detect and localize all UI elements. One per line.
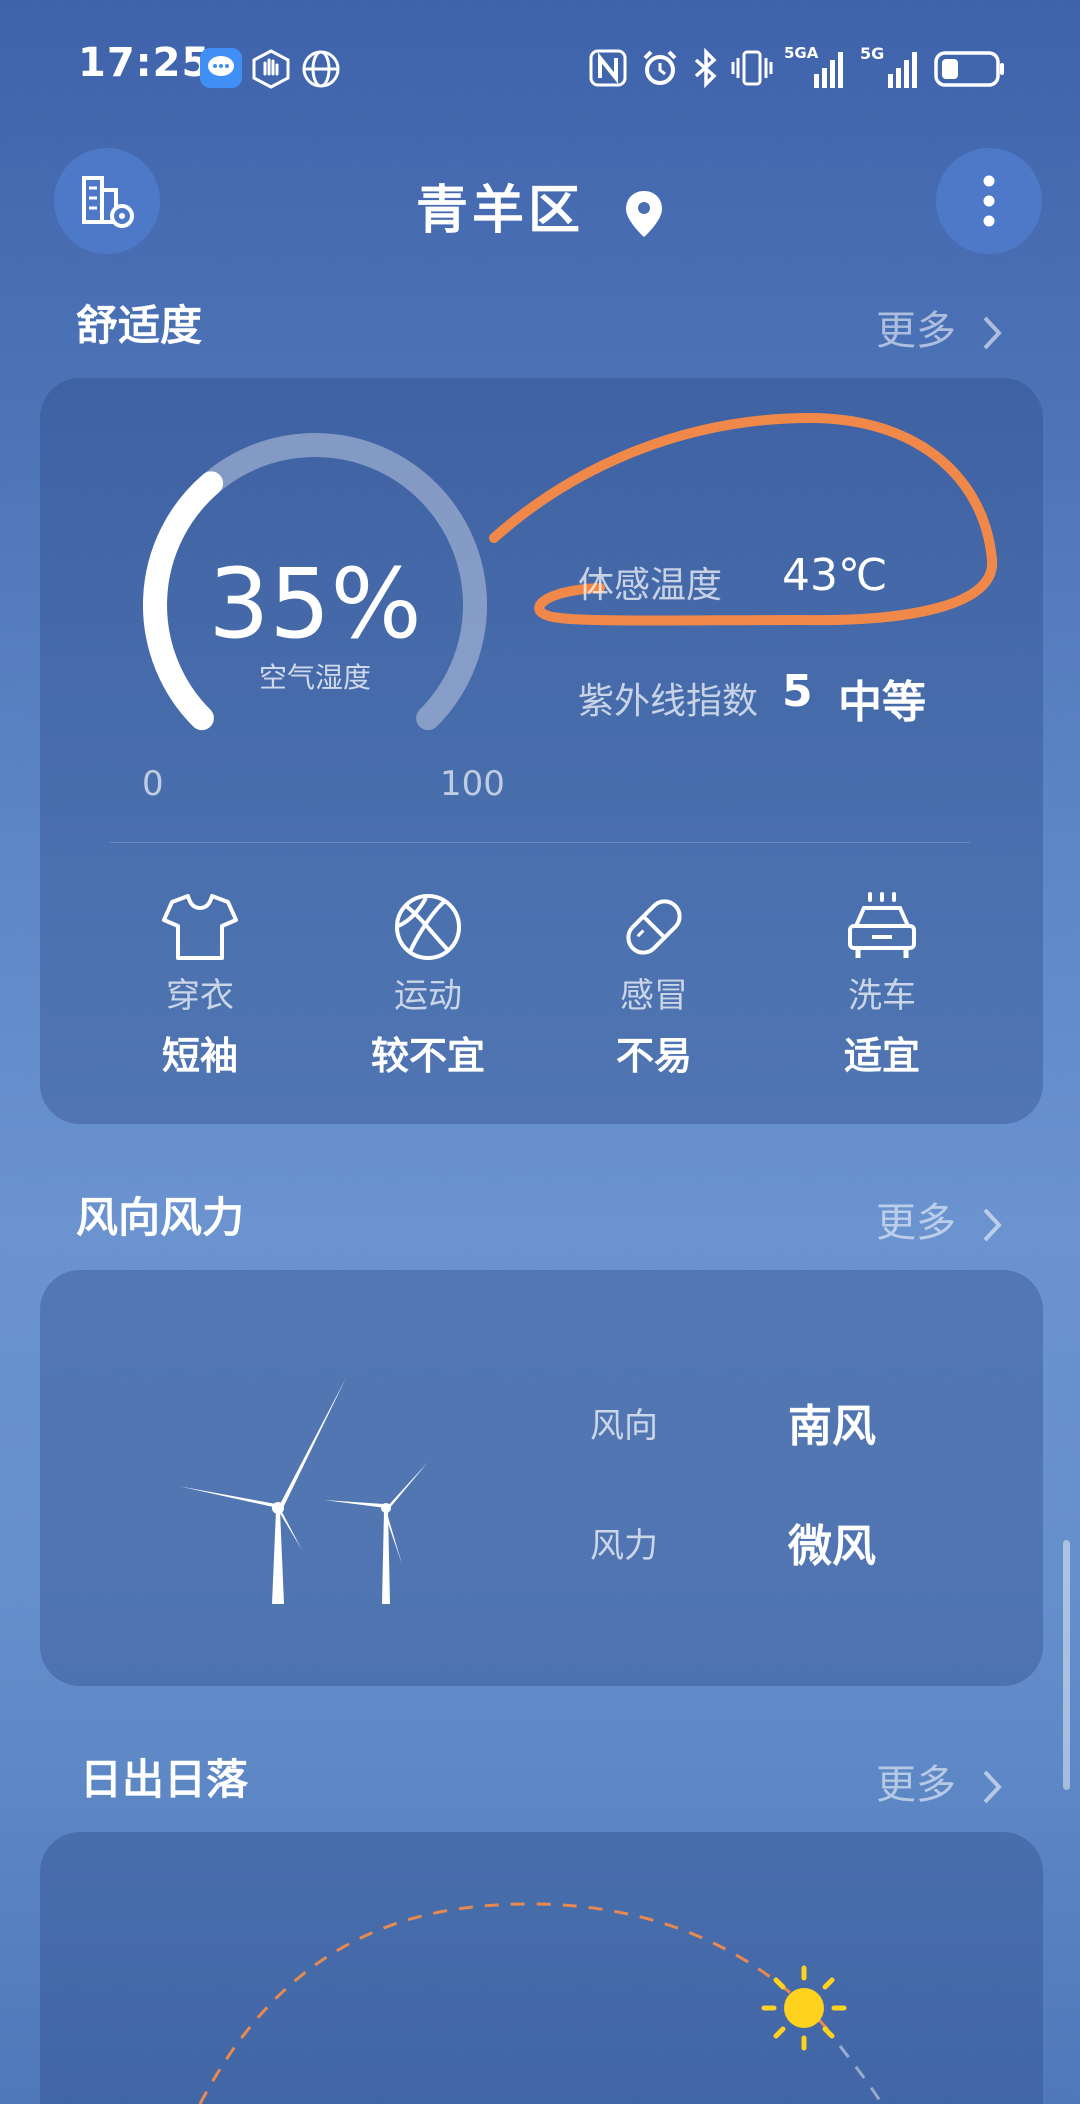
location-name: 青羊区 xyxy=(415,181,584,241)
wind-more-link[interactable]: 更多 xyxy=(876,1190,1003,1248)
globe-icon xyxy=(300,48,342,94)
index-item-clothing[interactable]: 穿衣 短袖 xyxy=(100,890,300,1080)
uv-label: 紫外线指数 xyxy=(578,681,759,722)
index-label: 感冒 xyxy=(620,976,688,1016)
feels-like-value: 43℃ xyxy=(782,550,888,601)
uv-value: 5 xyxy=(782,666,813,717)
humidity-value: 35% xyxy=(208,548,422,660)
index-item-cold[interactable]: 感冒 不易 xyxy=(554,890,754,1080)
divider xyxy=(110,842,970,843)
pill-icon xyxy=(626,899,682,955)
sun-path-arc xyxy=(198,1902,884,2104)
chevron-right-icon xyxy=(983,316,1002,350)
sun-title: 日出日落 xyxy=(80,1755,249,1804)
message-icon xyxy=(200,48,242,88)
comfort-more-label: 更多 xyxy=(876,308,956,354)
wind-direction-value: 南风 xyxy=(788,1401,876,1452)
comfort-title: 舒适度 xyxy=(76,301,203,350)
signal-5g-icon: 5G xyxy=(860,44,922,92)
chevron-right-icon xyxy=(983,1208,1002,1242)
wind-turbine-icon xyxy=(178,1378,428,1604)
index-value: 适宜 xyxy=(843,1034,920,1078)
battery-icon xyxy=(934,50,1006,92)
index-item-sport[interactable]: 运动 较不宜 xyxy=(328,890,528,1080)
vibrate-icon xyxy=(730,48,774,92)
location-pin-icon xyxy=(626,191,663,237)
location-title[interactable]: 青羊区 xyxy=(0,168,1080,243)
sun-icon xyxy=(761,1965,847,2051)
annotation-circle xyxy=(489,412,998,626)
index-value: 较不宜 xyxy=(370,1034,485,1078)
more-options-button[interactable] xyxy=(936,148,1042,254)
index-label: 洗车 xyxy=(848,976,916,1016)
index-value: 不易 xyxy=(615,1034,692,1078)
sun-more-label: 更多 xyxy=(876,1762,956,1808)
shirt-icon xyxy=(162,894,238,960)
sun-more-link[interactable]: 更多 xyxy=(876,1752,1003,1810)
car-wash-icon xyxy=(848,892,916,958)
wind-title: 风向风力 xyxy=(76,1193,245,1242)
wind-force-label: 风力 xyxy=(590,1526,658,1566)
alarm-icon xyxy=(640,48,680,92)
ball-icon xyxy=(395,894,461,960)
wind-direction-label: 风向 xyxy=(590,1406,658,1446)
signal-5g-icon: 5GA xyxy=(784,44,848,92)
index-item-car-wash[interactable]: 洗车 适宜 xyxy=(782,890,982,1080)
index-label: 运动 xyxy=(394,976,462,1016)
status-time: 17:25 xyxy=(78,40,211,86)
more-vertical-icon xyxy=(983,175,995,227)
wind-more-label: 更多 xyxy=(876,1200,956,1246)
chevron-right-icon xyxy=(983,1770,1002,1804)
wind-force-value: 微风 xyxy=(788,1521,876,1572)
feels-like-label: 体感温度 xyxy=(578,565,723,606)
humidity-label: 空气湿度 xyxy=(258,661,371,694)
index-label: 穿衣 xyxy=(166,976,234,1016)
nfc-icon xyxy=(588,48,628,92)
bluetooth-icon xyxy=(690,47,722,92)
humidity-max: 100 xyxy=(440,764,505,804)
scrollbar[interactable] xyxy=(1063,1540,1070,1790)
index-value: 短袖 xyxy=(161,1034,238,1078)
hand-icon xyxy=(250,48,292,94)
humidity-min: 0 xyxy=(142,764,164,804)
uv-level: 中等 xyxy=(838,677,926,728)
comfort-more-link[interactable]: 更多 xyxy=(876,298,1003,356)
